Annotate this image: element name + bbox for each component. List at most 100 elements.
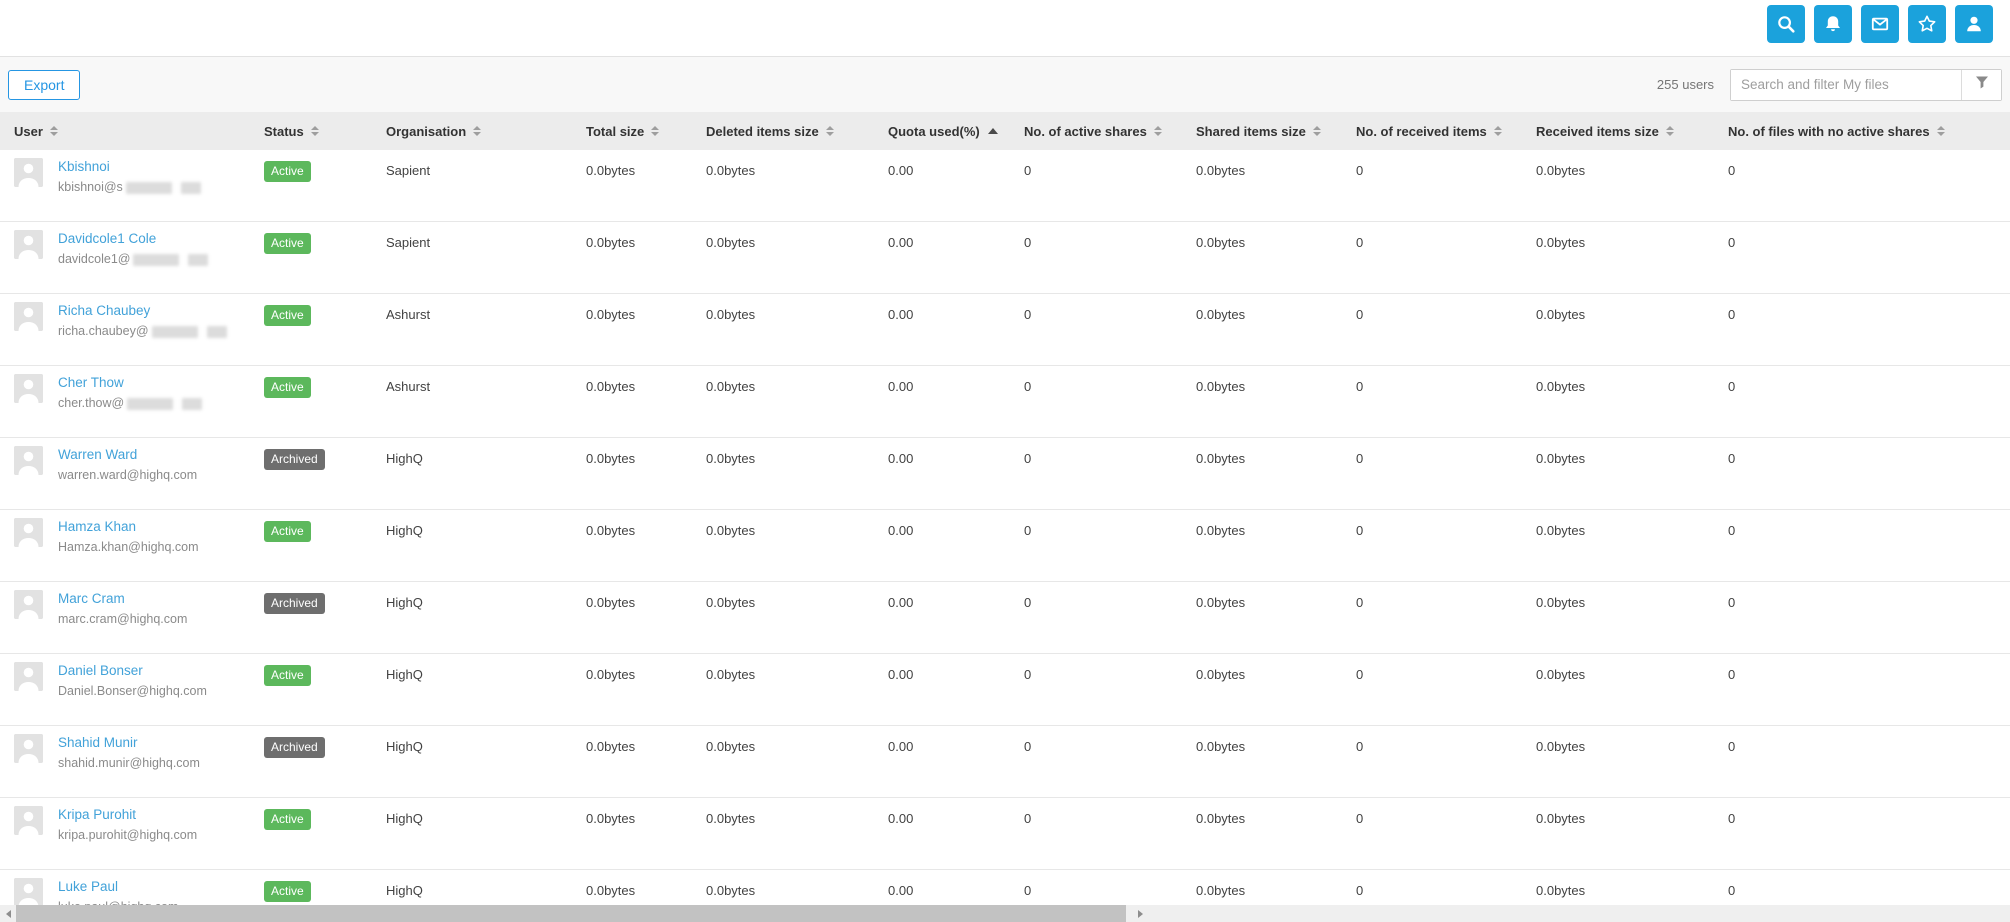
column-header-organisation[interactable]: Organisation bbox=[372, 112, 572, 150]
sort-icon bbox=[1665, 126, 1674, 136]
user-name-link[interactable]: Cher Thow bbox=[58, 375, 124, 390]
table-row: Cher Thow cher.thow@ Active Ashurst 0.0b… bbox=[0, 366, 2010, 438]
files-no-active-shares-cell: 0 bbox=[1728, 163, 1736, 178]
avatar bbox=[14, 374, 43, 403]
user-name-link[interactable]: Davidcole1 Cole bbox=[58, 231, 156, 246]
column-header-deleted-items-size[interactable]: Deleted items size bbox=[692, 112, 874, 150]
column-label: User bbox=[14, 123, 43, 139]
avatar bbox=[14, 806, 43, 835]
total-size-cell: 0.0bytes bbox=[586, 523, 636, 538]
column-header-no-of-active-shares[interactable]: No. of active shares bbox=[1010, 112, 1182, 150]
column-label: No. of files with no active shares bbox=[1728, 123, 1930, 139]
quota-used-cell: 0.00 bbox=[888, 523, 914, 538]
quota-used-cell: 0.00 bbox=[888, 379, 914, 394]
status-badge: Active bbox=[264, 665, 311, 686]
files-no-active-shares-cell: 0 bbox=[1728, 667, 1736, 682]
shared-items-size-cell: 0.0bytes bbox=[1196, 811, 1246, 826]
deleted-items-size-cell: 0.0bytes bbox=[706, 163, 756, 178]
user-text: Daniel Bonser Daniel.Bonser@highq.com bbox=[58, 662, 207, 725]
received-items-cell: 0 bbox=[1356, 379, 1364, 394]
user-name-link[interactable]: Shahid Munir bbox=[58, 735, 138, 750]
avatar bbox=[14, 302, 43, 331]
notifications-button[interactable] bbox=[1814, 5, 1852, 43]
deleted-items-size-cell: 0.0bytes bbox=[706, 379, 756, 394]
column-header-received-items-size[interactable]: Received items size bbox=[1522, 112, 1714, 150]
organisation-cell: HighQ bbox=[386, 595, 423, 610]
favorites-button[interactable] bbox=[1908, 5, 1946, 43]
avatar bbox=[14, 518, 43, 547]
status-badge: Active bbox=[264, 377, 311, 398]
user-name-link[interactable]: Marc Cram bbox=[58, 591, 125, 606]
deleted-items-size-cell: 0.0bytes bbox=[706, 523, 756, 538]
user-text: Hamza Khan Hamza.khan@highq.com bbox=[58, 518, 199, 581]
received-items-cell: 0 bbox=[1356, 523, 1364, 538]
column-header-quota-used[interactable]: Quota used(%) bbox=[874, 112, 1010, 150]
scroll-left-arrow[interactable] bbox=[0, 905, 16, 922]
active-shares-cell: 0 bbox=[1024, 595, 1032, 610]
active-shares-cell: 0 bbox=[1024, 451, 1032, 466]
avatar bbox=[14, 734, 43, 763]
shared-items-size-cell: 0.0bytes bbox=[1196, 163, 1246, 178]
sort-icon bbox=[825, 126, 834, 136]
user-name-link[interactable]: Richa Chaubey bbox=[58, 303, 150, 318]
search-button[interactable] bbox=[1767, 5, 1805, 43]
shared-items-size-cell: 0.0bytes bbox=[1196, 667, 1246, 682]
quota-used-cell: 0.00 bbox=[888, 739, 914, 754]
files-no-active-shares-cell: 0 bbox=[1728, 595, 1736, 610]
column-header-total-size[interactable]: Total size bbox=[572, 112, 692, 150]
user-email: richa.chaubey@ bbox=[58, 324, 227, 338]
status-cell: Archived bbox=[250, 438, 372, 509]
scroll-right-arrow[interactable] bbox=[1132, 905, 1148, 922]
status-badge: Active bbox=[264, 161, 311, 182]
user-cell: Daniel Bonser Daniel.Bonser@highq.com bbox=[0, 654, 250, 725]
mail-button[interactable] bbox=[1861, 5, 1899, 43]
deleted-items-size-cell: 0.0bytes bbox=[706, 667, 756, 682]
horizontal-scrollbar bbox=[0, 905, 2010, 922]
status-cell: Archived bbox=[250, 582, 372, 653]
received-items-cell: 0 bbox=[1356, 739, 1364, 754]
status-badge: Active bbox=[264, 305, 311, 326]
user-name-link[interactable]: Kbishnoi bbox=[58, 159, 110, 174]
user-name-link[interactable]: Daniel Bonser bbox=[58, 663, 143, 678]
column-header-status[interactable]: Status bbox=[250, 112, 372, 150]
sort-icon bbox=[49, 126, 58, 136]
organisation-cell: HighQ bbox=[386, 811, 423, 826]
filter-button[interactable] bbox=[1961, 69, 2001, 100]
column-label: Shared items size bbox=[1196, 123, 1306, 139]
user-name-link[interactable]: Luke Paul bbox=[58, 879, 118, 894]
export-button[interactable]: Export bbox=[8, 69, 81, 100]
user-email: kripa.purohit@highq.com bbox=[58, 828, 198, 842]
column-label: No. of received items bbox=[1356, 123, 1487, 139]
received-items-size-cell: 0.0bytes bbox=[1536, 379, 1586, 394]
scrollbar-thumb[interactable] bbox=[16, 905, 1126, 922]
user-name-link[interactable]: Warren Ward bbox=[58, 447, 137, 462]
quota-used-cell: 0.00 bbox=[888, 307, 914, 322]
organisation-cell: Sapient bbox=[386, 163, 431, 178]
user-email: Daniel.Bonser@highq.com bbox=[58, 684, 207, 698]
table-row: Marc Cram marc.cram@highq.com Archived H… bbox=[0, 582, 2010, 654]
active-shares-cell: 0 bbox=[1024, 379, 1032, 394]
user-text: Kbishnoi kbishnoi@s bbox=[58, 158, 201, 221]
active-shares-cell: 0 bbox=[1024, 811, 1032, 826]
user-email: cher.thow@ bbox=[58, 396, 203, 410]
column-label: No. of active shares bbox=[1024, 123, 1147, 139]
received-items-size-cell: 0.0bytes bbox=[1536, 307, 1586, 322]
total-size-cell: 0.0bytes bbox=[586, 307, 636, 322]
user-name-link[interactable]: Hamza Khan bbox=[58, 519, 136, 534]
column-header-no-of-received-items[interactable]: No. of received items bbox=[1342, 112, 1522, 150]
deleted-items-size-cell: 0.0bytes bbox=[706, 451, 756, 466]
active-shares-cell: 0 bbox=[1024, 235, 1032, 250]
received-items-cell: 0 bbox=[1356, 451, 1364, 466]
status-badge: Active bbox=[264, 881, 311, 902]
status-badge: Archived bbox=[264, 593, 325, 614]
profile-button[interactable] bbox=[1955, 5, 1993, 43]
avatar bbox=[14, 446, 43, 475]
column-header-no-of-files-with-no-active-shares[interactable]: No. of files with no active shares bbox=[1714, 112, 2010, 150]
user-name-link[interactable]: Kripa Purohit bbox=[58, 807, 136, 822]
search-input[interactable] bbox=[1731, 69, 1961, 100]
search-box bbox=[1730, 68, 2002, 101]
column-header-shared-items-size[interactable]: Shared items size bbox=[1182, 112, 1342, 150]
total-size-cell: 0.0bytes bbox=[586, 739, 636, 754]
column-header-user[interactable]: User bbox=[0, 112, 250, 150]
sort-icon bbox=[1312, 126, 1321, 136]
